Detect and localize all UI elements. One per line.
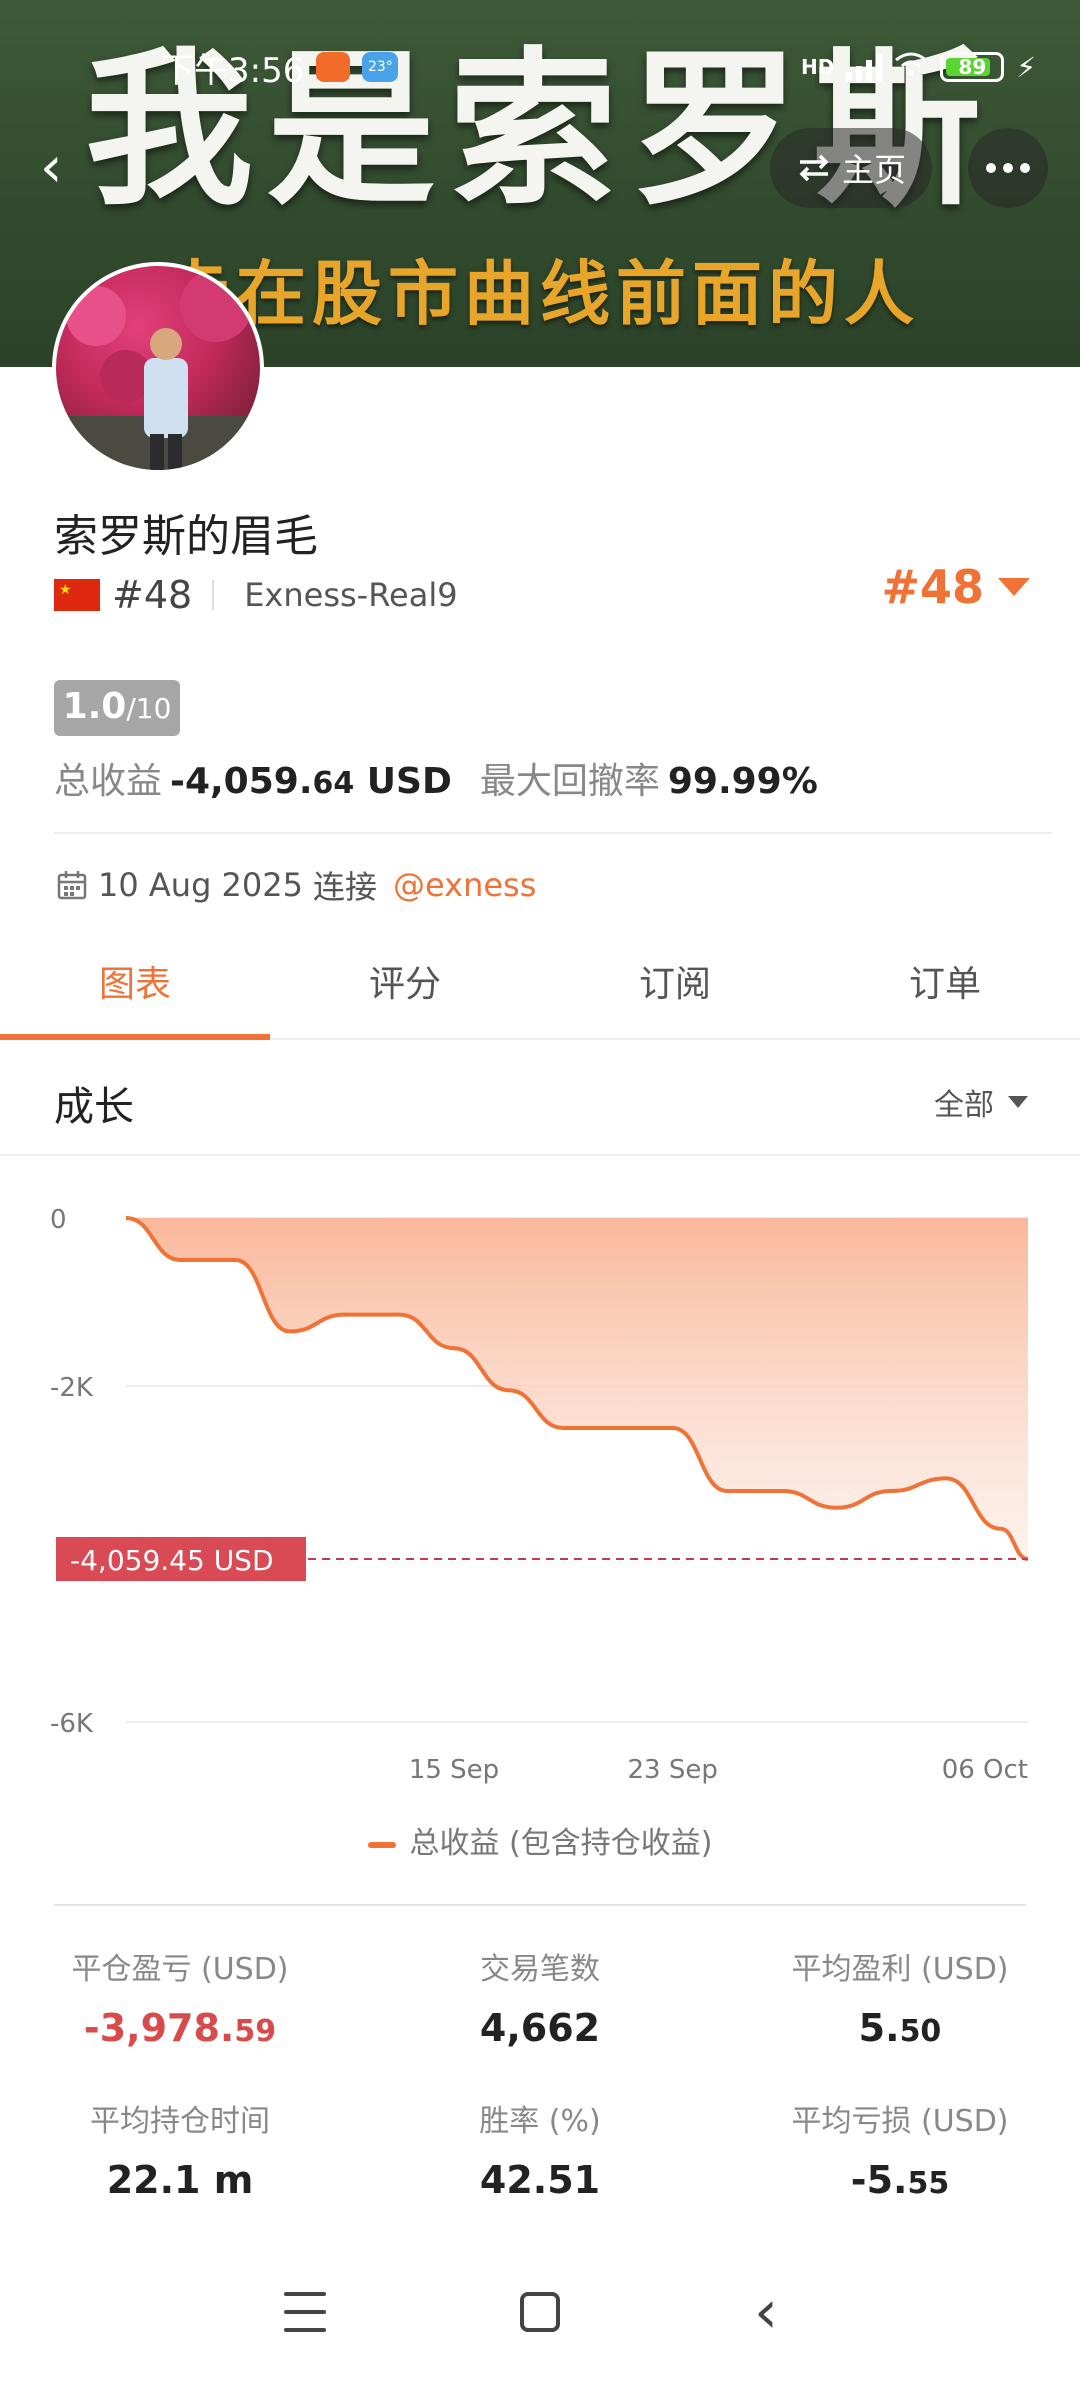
broker-link[interactable]: @exness: [393, 866, 536, 904]
swap-icon: [799, 154, 829, 182]
connect-info: 10 Aug 2025 连接 @exness: [56, 862, 536, 908]
battery-icon: 89: [940, 52, 1005, 82]
stat-cell: 平均亏损 (USD) -5.55: [720, 2096, 1080, 2202]
caret-down-icon: [1008, 1096, 1028, 1108]
stat-label: 胜率 (%): [479, 2104, 601, 2139]
summary-metrics: 总收益 -4,059.64 USD 最大回撤率 99.99%: [54, 752, 818, 804]
tab-chart[interactable]: 图表: [0, 940, 270, 1040]
china-flag-icon: ★: [54, 579, 100, 611]
max-drawdown-value: 99.99%: [667, 761, 818, 802]
hd-network-icon: HD: [800, 55, 835, 79]
more-options-button[interactable]: [968, 128, 1048, 208]
stat-value: 22.1 m: [106, 2158, 254, 2202]
back-nav-button[interactable]: ‹: [754, 2282, 778, 2342]
stat-value: 42.51: [479, 2158, 601, 2202]
home-button[interactable]: 主页: [770, 128, 932, 208]
legend-swatch: [367, 1841, 396, 1848]
stat-label: 交易笔数: [480, 1952, 600, 1987]
stat-label: 平均亏损 (USD): [791, 2104, 1009, 2139]
total-profit-value: -4,059.64 USD: [170, 761, 452, 802]
divider: [212, 580, 215, 610]
tab-rating[interactable]: 评分: [270, 940, 540, 1038]
total-profit-label: 总收益: [54, 761, 163, 802]
stat-cell: 胜率 (%) 42.51: [360, 2096, 720, 2202]
banner-title: 我是索罗斯: [85, 30, 995, 228]
stat-value: -3,978.59: [83, 2006, 277, 2050]
connect-text: 连接: [312, 868, 377, 906]
status-time: 下午3:56: [160, 50, 305, 91]
y-tick-label: 0: [50, 1205, 67, 1235]
rank-badge: #48: [881, 560, 984, 614]
charging-icon: ⚡: [1016, 50, 1036, 84]
calendar-icon: [57, 871, 87, 900]
caret-down-icon: [998, 578, 1030, 596]
wifi-icon: [894, 47, 928, 87]
stat-value: -5.55: [850, 2158, 950, 2202]
tab-orders[interactable]: 订单: [810, 940, 1080, 1038]
divider: [54, 832, 1052, 834]
score-value: 1.0: [62, 686, 127, 727]
home-nav-button[interactable]: [520, 2292, 560, 2332]
stat-cell: 交易笔数 4,662: [360, 1944, 720, 2050]
signal-icon: [846, 52, 883, 82]
score-max: /10: [126, 692, 172, 725]
home-label: 主页: [841, 151, 906, 189]
score-badge: 1.0 /10: [54, 680, 180, 736]
section-title: 成长: [54, 1084, 134, 1130]
chart-legend: 总收益 (包含持仓收益): [0, 1818, 1080, 1862]
broker-account: Exness-Real9: [244, 576, 458, 614]
stat-label: 平均盈利 (USD): [791, 1952, 1009, 1987]
stat-cell: 平均持仓时间 22.1 m: [0, 2096, 360, 2202]
divider: [54, 1904, 1026, 1906]
stat-cell: 平仓盈亏 (USD) -3,978.59: [0, 1944, 360, 2050]
tab-subscribe[interactable]: 订阅: [540, 940, 810, 1038]
rank-number: #48: [112, 573, 193, 617]
rank-row: ★ #48 Exness-Real9: [54, 568, 458, 622]
recent-apps-button[interactable]: [284, 2292, 326, 2332]
system-nav-bar: ‹: [0, 2270, 1080, 2360]
filter-label: 全部: [934, 1088, 994, 1123]
growth-chart: 0 -2K -6K 15 Sep 23 Sep 06 Oct -4,059.45 USD: [50, 1205, 1029, 1785]
stat-value: 4,662: [479, 2006, 601, 2050]
profile-name: 索罗斯的眉毛: [54, 511, 318, 562]
stat-cell: 平均盈利 (USD) 5.50: [720, 1944, 1080, 2050]
connect-date: 10 Aug 2025: [98, 866, 303, 904]
stat-label: 平仓盈亏 (USD): [71, 1952, 289, 1987]
app-notification-icon: [316, 52, 351, 82]
x-tick-label: 15 Sep: [409, 1755, 499, 1785]
rank-dropdown[interactable]: #48: [881, 560, 1030, 614]
weather-icon: 23°: [362, 52, 399, 82]
growth-section-header: 成长 全部: [0, 1042, 1080, 1156]
range-filter-dropdown[interactable]: 全部: [934, 1080, 1028, 1124]
current-value-label: -4,059.45 USD: [70, 1544, 274, 1577]
stat-value: 5.50: [858, 2006, 942, 2050]
status-bar-right: HD 89 ⚡: [801, 40, 1036, 94]
back-arrow-icon[interactable]: ‹: [40, 140, 96, 196]
tab-bar: 图表 评分 订阅 订单: [0, 940, 1080, 1040]
y-tick-label: -2K: [50, 1373, 94, 1403]
area-fill: [126, 1218, 1028, 1559]
legend-label: 总收益 (包含持仓收益): [409, 1826, 713, 1861]
y-tick-label: -6K: [50, 1709, 94, 1739]
x-tick-label: 06 Oct: [942, 1755, 1028, 1785]
status-bar-left: 下午3:56 23°: [160, 40, 399, 94]
stat-label: 平均持仓时间: [90, 2104, 270, 2139]
max-drawdown-label: 最大回撤率: [479, 761, 660, 802]
x-tick-label: 23 Sep: [627, 1755, 717, 1785]
avatar[interactable]: [52, 262, 264, 474]
